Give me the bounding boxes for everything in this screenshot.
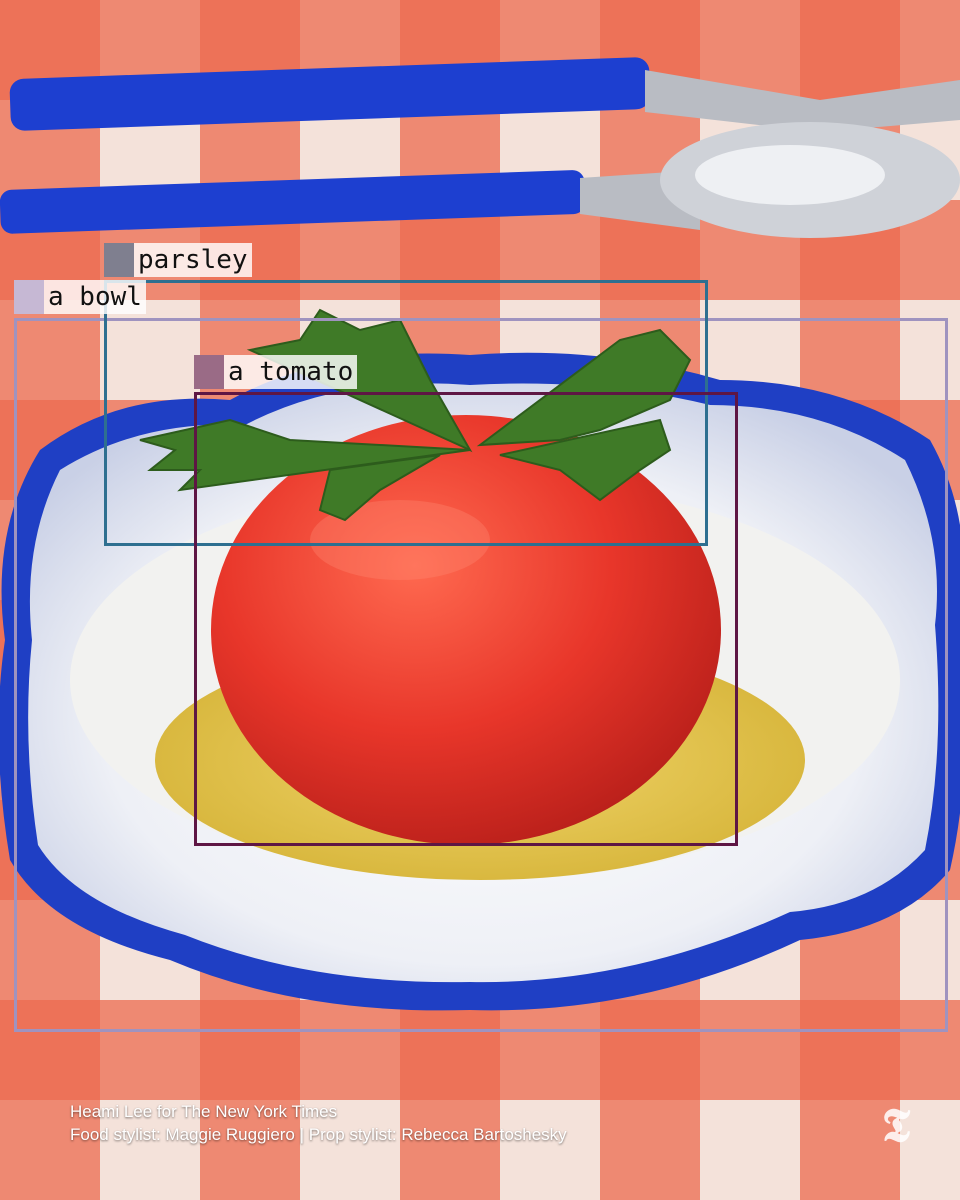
detection-box-tomato bbox=[194, 392, 738, 846]
detection-label-parsley: parsley bbox=[104, 243, 252, 277]
photo-credit: Heami Lee for The New York Times bbox=[70, 1102, 338, 1121]
label-text: a tomato bbox=[228, 357, 354, 387]
label-swatch bbox=[104, 243, 134, 277]
nyt-logo-icon: 𝕿 bbox=[881, 1098, 911, 1152]
annotated-photo: parsley a bowl a tomato Heami Lee for Th… bbox=[0, 0, 960, 1200]
stylist-credit: Food stylist: Maggie Ruggiero | Prop sty… bbox=[70, 1125, 567, 1144]
label-text: parsley bbox=[138, 245, 248, 275]
label-swatch bbox=[14, 280, 44, 314]
label-swatch bbox=[194, 355, 224, 389]
label-text: a bowl bbox=[48, 282, 142, 312]
detection-label-tomato: a tomato bbox=[194, 355, 358, 389]
detection-label-bowl: a bowl bbox=[14, 280, 146, 314]
